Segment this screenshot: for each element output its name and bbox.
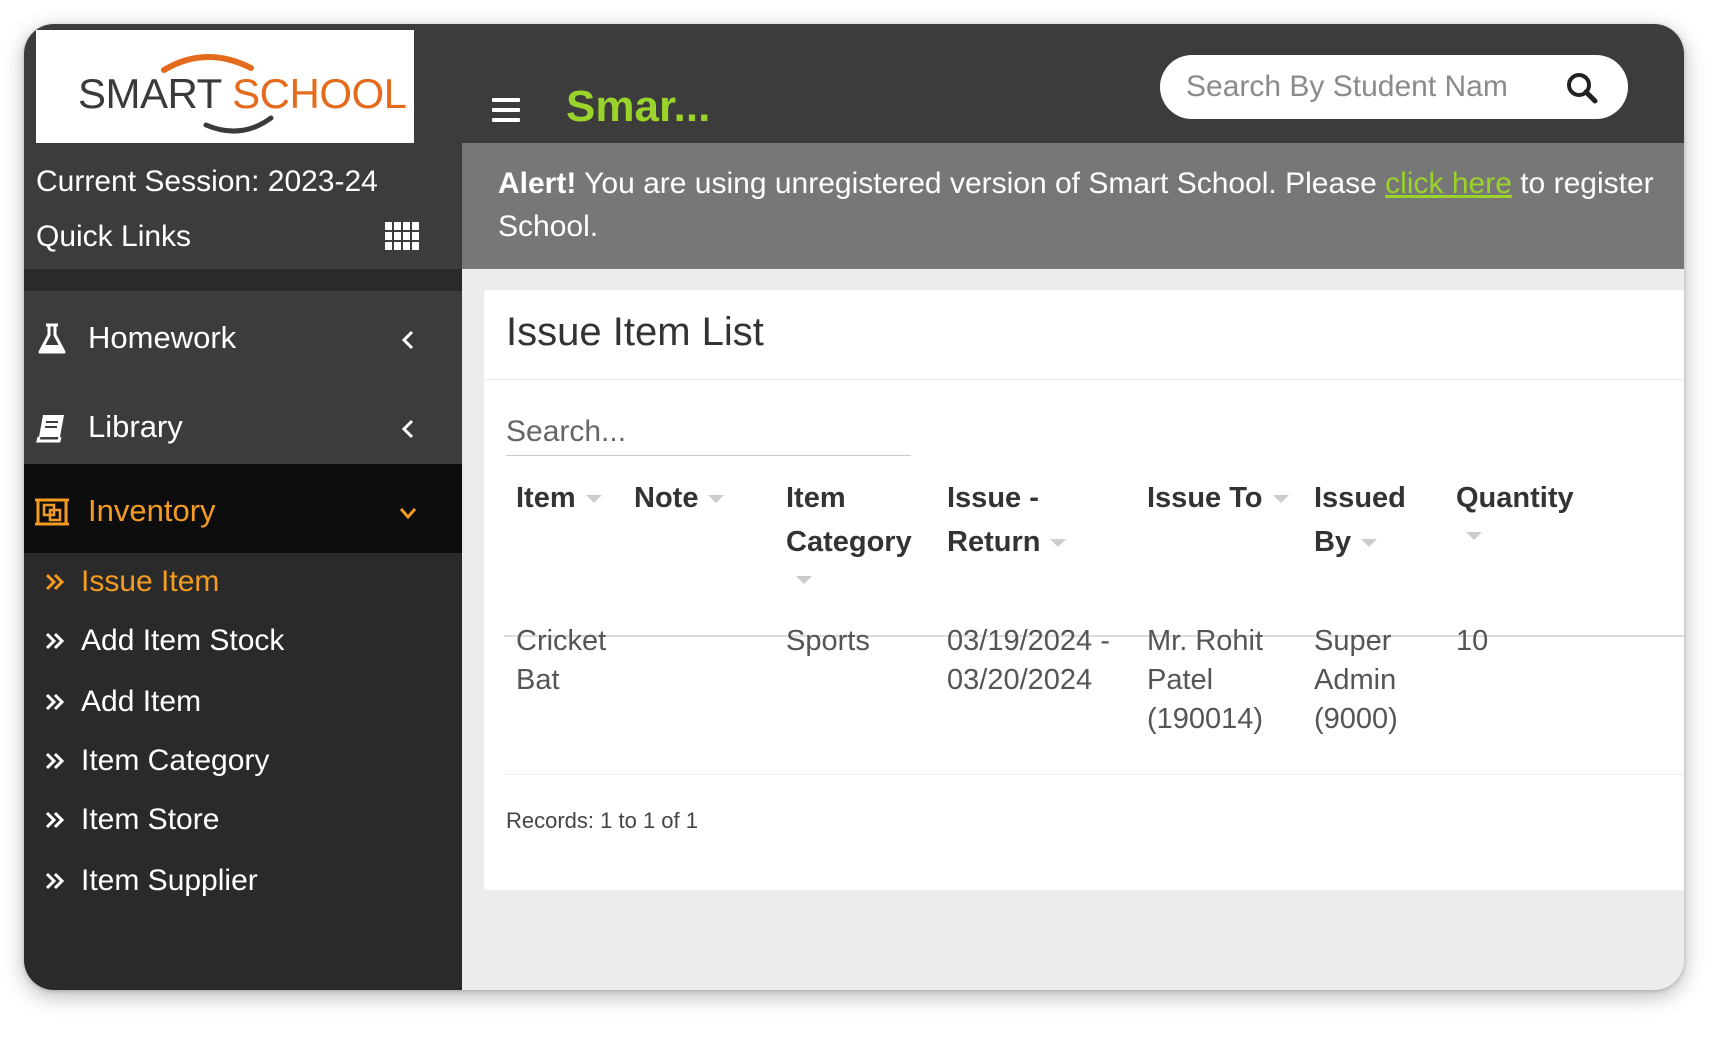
column-header-item-category[interactable]: Item Category bbox=[786, 476, 916, 584]
cell-issued-by: Super Admin (9000) bbox=[1314, 625, 1398, 735]
top-header: SMART SCHOOL Smar... bbox=[24, 24, 1684, 143]
column-header-label: Item bbox=[516, 482, 576, 514]
submenu-label: Item Category bbox=[81, 744, 270, 777]
cell-quantity: 10 bbox=[1456, 625, 1489, 657]
column-header-label: Issued By bbox=[1314, 482, 1406, 558]
alert-text-after: to register bbox=[1511, 167, 1654, 200]
submenu-item-supplier[interactable]: Item Supplier bbox=[24, 852, 462, 912]
logo-word-smart: SMART bbox=[78, 70, 221, 117]
cell-issue-to: Mr. Rohit Patel (190014) bbox=[1147, 625, 1264, 735]
records-count: Records: 1 to 1 of 1 bbox=[506, 808, 698, 833]
sort-caret-icon bbox=[1466, 532, 1482, 540]
column-header-item[interactable]: Item bbox=[516, 476, 602, 520]
sort-caret-icon bbox=[1050, 539, 1067, 548]
cell-issue-return: 03/19/2024 - 03/20/2024 bbox=[947, 625, 1110, 696]
submenu-label: Add Item bbox=[81, 685, 202, 718]
alert-text-line2: School. bbox=[498, 210, 599, 243]
search-icon[interactable] bbox=[1564, 70, 1600, 106]
column-header-issue-return[interactable]: Issue - Return bbox=[947, 476, 1077, 564]
issue-item-card: Issue Item List Item Note Item Category … bbox=[484, 290, 1684, 890]
session-panel: Current Session: 2023-24 Quick Links bbox=[24, 143, 462, 269]
quick-links-label[interactable]: Quick Links bbox=[36, 220, 191, 254]
flask-icon bbox=[38, 323, 66, 354]
submenu-label: Add Item Stock bbox=[81, 624, 285, 657]
logo[interactable]: SMART SCHOOL bbox=[36, 30, 414, 143]
column-header-label: Item Category bbox=[786, 482, 912, 558]
sort-caret-icon bbox=[708, 495, 725, 504]
sidebar-item-label: Inventory bbox=[88, 493, 216, 528]
table-search-input[interactable] bbox=[506, 408, 911, 456]
submenu-add-item-stock[interactable]: Add Item Stock bbox=[24, 612, 462, 672]
register-link[interactable]: click here bbox=[1385, 167, 1512, 200]
double-chevron-right-icon bbox=[45, 811, 65, 829]
sidebar-item-label: Library bbox=[88, 409, 183, 444]
sort-caret-icon bbox=[1361, 539, 1378, 548]
alert-prefix: Alert! bbox=[498, 167, 577, 200]
sort-caret-icon bbox=[585, 495, 602, 504]
submenu-label: Item Supplier bbox=[81, 864, 258, 897]
submenu-item-category[interactable]: Item Category bbox=[24, 732, 462, 792]
chevron-down-icon bbox=[399, 508, 417, 520]
column-header-issued-by[interactable]: Issued By bbox=[1314, 476, 1414, 564]
sort-caret-icon bbox=[1272, 495, 1289, 504]
double-chevron-right-icon bbox=[45, 752, 65, 770]
brand-title: Smar... bbox=[566, 82, 711, 131]
submenu-label: Issue Item bbox=[81, 565, 220, 598]
table-row-rule bbox=[504, 774, 1684, 775]
column-header-issue-to[interactable]: Issue To bbox=[1147, 476, 1289, 520]
column-header-note[interactable]: Note bbox=[634, 476, 725, 520]
registration-alert: Alert! You are using unregistered versio… bbox=[462, 143, 1684, 269]
book-icon bbox=[36, 415, 64, 443]
submenu-add-item[interactable]: Add Item bbox=[24, 673, 462, 733]
logo-word-school: SCHOOL bbox=[232, 70, 407, 117]
sort-caret-icon bbox=[796, 576, 812, 584]
cell-category: Sports bbox=[786, 625, 870, 657]
main-content: Alert! You are using unregistered versio… bbox=[462, 143, 1684, 990]
alert-text: You are using unregistered version of Sm… bbox=[576, 167, 1386, 200]
sidebar-item-inventory[interactable]: Inventory bbox=[24, 464, 462, 553]
sidebar-item-label: Homework bbox=[88, 320, 237, 355]
double-chevron-right-icon bbox=[45, 693, 65, 711]
column-header-label: Issue To bbox=[1147, 482, 1263, 514]
page-title: Issue Item List bbox=[506, 310, 764, 354]
column-header-quantity[interactable]: Quantity bbox=[1456, 476, 1574, 540]
apps-grid-icon[interactable] bbox=[385, 222, 419, 250]
column-header-label: Note bbox=[634, 482, 699, 514]
sidebar: Current Session: 2023-24 Quick Links Hom… bbox=[24, 143, 462, 990]
submenu-issue-item[interactable]: Issue Item bbox=[24, 553, 462, 613]
student-search-input[interactable] bbox=[1186, 67, 1541, 107]
double-chevron-right-icon bbox=[45, 573, 65, 591]
current-session[interactable]: Current Session: 2023-24 bbox=[36, 165, 378, 199]
app-window: SMART SCHOOL Smar... Current Session: 20… bbox=[24, 24, 1684, 990]
submenu-label: Item Store bbox=[81, 803, 220, 836]
chevron-left-icon bbox=[401, 419, 414, 439]
student-search-box bbox=[1160, 55, 1628, 119]
cell-item: Cricket Bat bbox=[516, 625, 607, 696]
submenu-item-store[interactable]: Item Store bbox=[24, 791, 462, 851]
column-header-label: Issue - Return bbox=[947, 482, 1041, 558]
column-header-label: Quantity bbox=[1456, 482, 1574, 514]
hamburger-menu-icon[interactable] bbox=[492, 98, 520, 122]
sidebar-item-homework[interactable]: Homework bbox=[24, 291, 462, 389]
double-chevron-right-icon bbox=[45, 872, 65, 890]
chevron-left-icon bbox=[401, 330, 414, 350]
double-chevron-right-icon bbox=[45, 632, 65, 650]
card-divider bbox=[484, 379, 1684, 380]
logo-text: SMART SCHOOL bbox=[78, 70, 407, 118]
inventory-icon bbox=[35, 498, 69, 526]
